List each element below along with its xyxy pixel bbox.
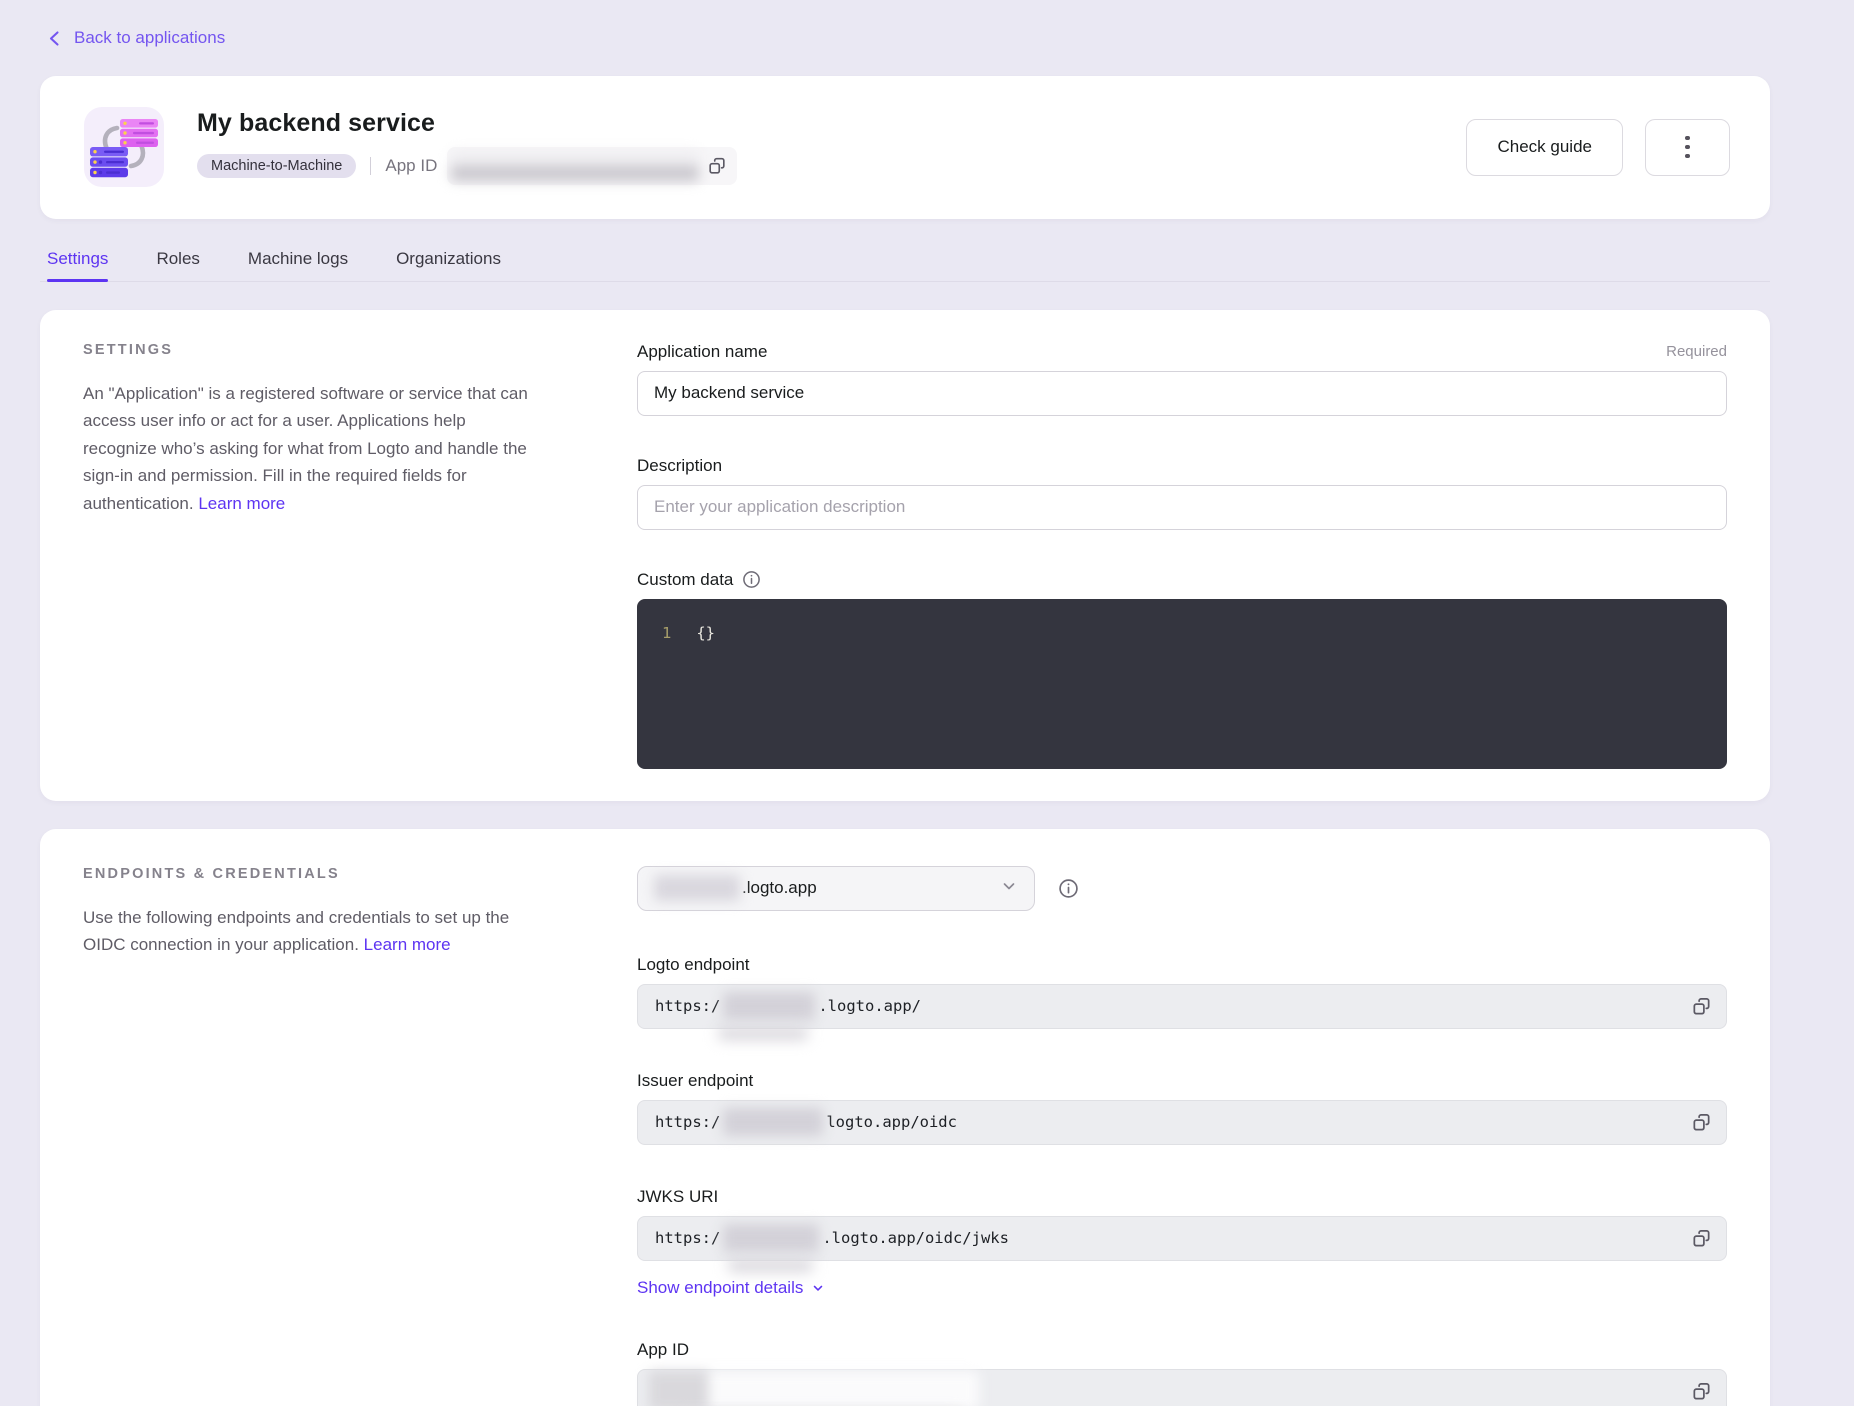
- app-id-label: App ID: [385, 156, 437, 176]
- logto-endpoint-field: https:/ .logto.app/: [637, 984, 1727, 1029]
- redacted-app-id-value: [451, 151, 699, 181]
- application-name-input[interactable]: [637, 371, 1727, 416]
- logto-endpoint-label: Logto endpoint: [637, 955, 750, 975]
- domain-row: .logto.app: [637, 866, 1727, 911]
- issuer-endpoint-label: Issuer endpoint: [637, 1071, 753, 1091]
- app-id-field-label: App ID: [637, 1340, 689, 1360]
- domain-info-icon[interactable]: [1058, 878, 1079, 899]
- chevron-down-icon: [811, 1281, 825, 1295]
- jwks-uri-label: JWKS URI: [637, 1187, 718, 1207]
- tab-machine-logs[interactable]: Machine logs: [248, 245, 348, 281]
- custom-data-field-block: Custom data 1 {}: [637, 570, 1727, 769]
- description-label: Description: [637, 456, 722, 476]
- redacted-tenant-id: [654, 875, 740, 901]
- issuer-endpoint-field: https:/ logto.app/oidc: [637, 1100, 1727, 1145]
- editor-line-number: 1: [662, 624, 671, 642]
- issuer-endpoint-suffix: logto.app/oidc: [826, 1113, 957, 1131]
- tab-organizations[interactable]: Organizations: [396, 245, 501, 281]
- logto-endpoint-suffix: .logto.app/: [818, 997, 921, 1015]
- check-guide-button[interactable]: Check guide: [1466, 119, 1623, 176]
- settings-card: SETTINGS An "Application" is a registere…: [40, 310, 1770, 801]
- show-endpoint-details-label: Show endpoint details: [637, 1278, 803, 1298]
- redacted-issuer-endpoint: [723, 1108, 823, 1136]
- app-type-badge: Machine-to-Machine: [197, 154, 356, 178]
- redacted-logto-endpoint: [723, 992, 815, 1020]
- chevron-left-icon: [47, 30, 62, 47]
- header-main: My backend service Machine-to-Machine Ap…: [197, 109, 737, 185]
- domain-select[interactable]: .logto.app: [637, 866, 1035, 911]
- copy-logto-endpoint-button[interactable]: [1691, 996, 1712, 1017]
- redacted-app-id-field-value: [649, 1371, 979, 1406]
- header-meta: Machine-to-Machine App ID: [197, 147, 737, 185]
- tab-settings[interactable]: Settings: [47, 245, 108, 281]
- endpoints-card: ENDPOINTS & CREDENTIALS Use the followin…: [40, 829, 1770, 1406]
- logto-endpoint-block: Logto endpoint https:/ .logto.app/: [637, 955, 1727, 1029]
- settings-form: Application name Required Description Cu…: [637, 342, 1727, 769]
- domain-select-value: .logto.app: [742, 878, 817, 898]
- jwks-uri-suffix: .logto.app/oidc/jwks: [822, 1229, 1009, 1247]
- settings-heading: SETTINGS: [83, 342, 538, 358]
- app-id-value-wrap: [447, 147, 737, 185]
- issuer-endpoint-prefix: https:/: [655, 1113, 720, 1131]
- application-name-label: Application name: [637, 342, 767, 362]
- settings-description-text: An "Application" is a registered softwar…: [83, 384, 528, 513]
- logto-endpoint-prefix: https:/: [655, 997, 720, 1015]
- app-id-field-block: App ID: [637, 1340, 1727, 1406]
- jwks-uri-prefix: https:/: [655, 1229, 720, 1247]
- machine-to-machine-app-icon: [84, 107, 164, 187]
- redaction-smudge: [728, 1259, 813, 1272]
- tab-roles[interactable]: Roles: [156, 245, 199, 281]
- show-endpoint-details-link[interactable]: Show endpoint details: [637, 1278, 825, 1298]
- tab-bar: Settings Roles Machine logs Organization…: [40, 245, 1770, 282]
- endpoints-form: .logto.app Logto endpoint https:/ .logto…: [637, 866, 1727, 1406]
- required-tag: Required: [1666, 343, 1727, 360]
- application-header-card: My backend service Machine-to-Machine Ap…: [40, 76, 1770, 219]
- endpoints-learn-more-link[interactable]: Learn more: [364, 935, 451, 954]
- copy-jwks-uri-button[interactable]: [1691, 1228, 1712, 1249]
- meta-divider: [370, 157, 371, 175]
- settings-intro: SETTINGS An "Application" is a registere…: [83, 342, 538, 769]
- endpoints-heading: ENDPOINTS & CREDENTIALS: [83, 866, 538, 882]
- redacted-jwks-uri: [723, 1224, 819, 1252]
- copy-issuer-endpoint-button[interactable]: [1691, 1112, 1712, 1133]
- settings-description: An "Application" is a registered softwar…: [83, 380, 538, 518]
- back-to-applications-link[interactable]: Back to applications: [47, 28, 225, 48]
- jwks-uri-block: JWKS URI https:/ .logto.app/oidc/jwks Sh…: [637, 1187, 1727, 1298]
- copy-app-id-field-button[interactable]: [1691, 1381, 1712, 1402]
- jwks-uri-field: https:/ .logto.app/oidc/jwks: [637, 1216, 1727, 1261]
- redaction-smudge: [718, 1027, 808, 1040]
- settings-learn-more-link[interactable]: Learn more: [198, 494, 285, 513]
- app-id-field: [637, 1369, 1727, 1406]
- copy-app-id-button[interactable]: [707, 156, 727, 176]
- issuer-endpoint-block: Issuer endpoint https:/ logto.app/oidc: [637, 1071, 1727, 1145]
- chevron-down-icon: [1000, 877, 1018, 900]
- description-input[interactable]: [637, 485, 1727, 530]
- more-actions-button[interactable]: [1645, 119, 1730, 176]
- description-field-block: Description: [637, 456, 1727, 530]
- kebab-menu-icon: [1685, 136, 1690, 159]
- page-title: My backend service: [197, 109, 737, 138]
- endpoints-intro: ENDPOINTS & CREDENTIALS Use the followin…: [83, 866, 538, 1406]
- back-link-label: Back to applications: [74, 28, 225, 48]
- custom-data-label: Custom data: [637, 570, 733, 590]
- header-actions: Check guide: [1466, 119, 1730, 176]
- custom-data-editor[interactable]: 1 {}: [637, 599, 1727, 769]
- application-name-field-block: Application name Required: [637, 342, 1727, 416]
- application-detail-page: Back to applications: [0, 0, 1854, 1406]
- editor-content: {}: [696, 624, 715, 642]
- endpoints-description: Use the following endpoints and credenti…: [83, 904, 538, 959]
- custom-data-info-icon[interactable]: [742, 570, 761, 589]
